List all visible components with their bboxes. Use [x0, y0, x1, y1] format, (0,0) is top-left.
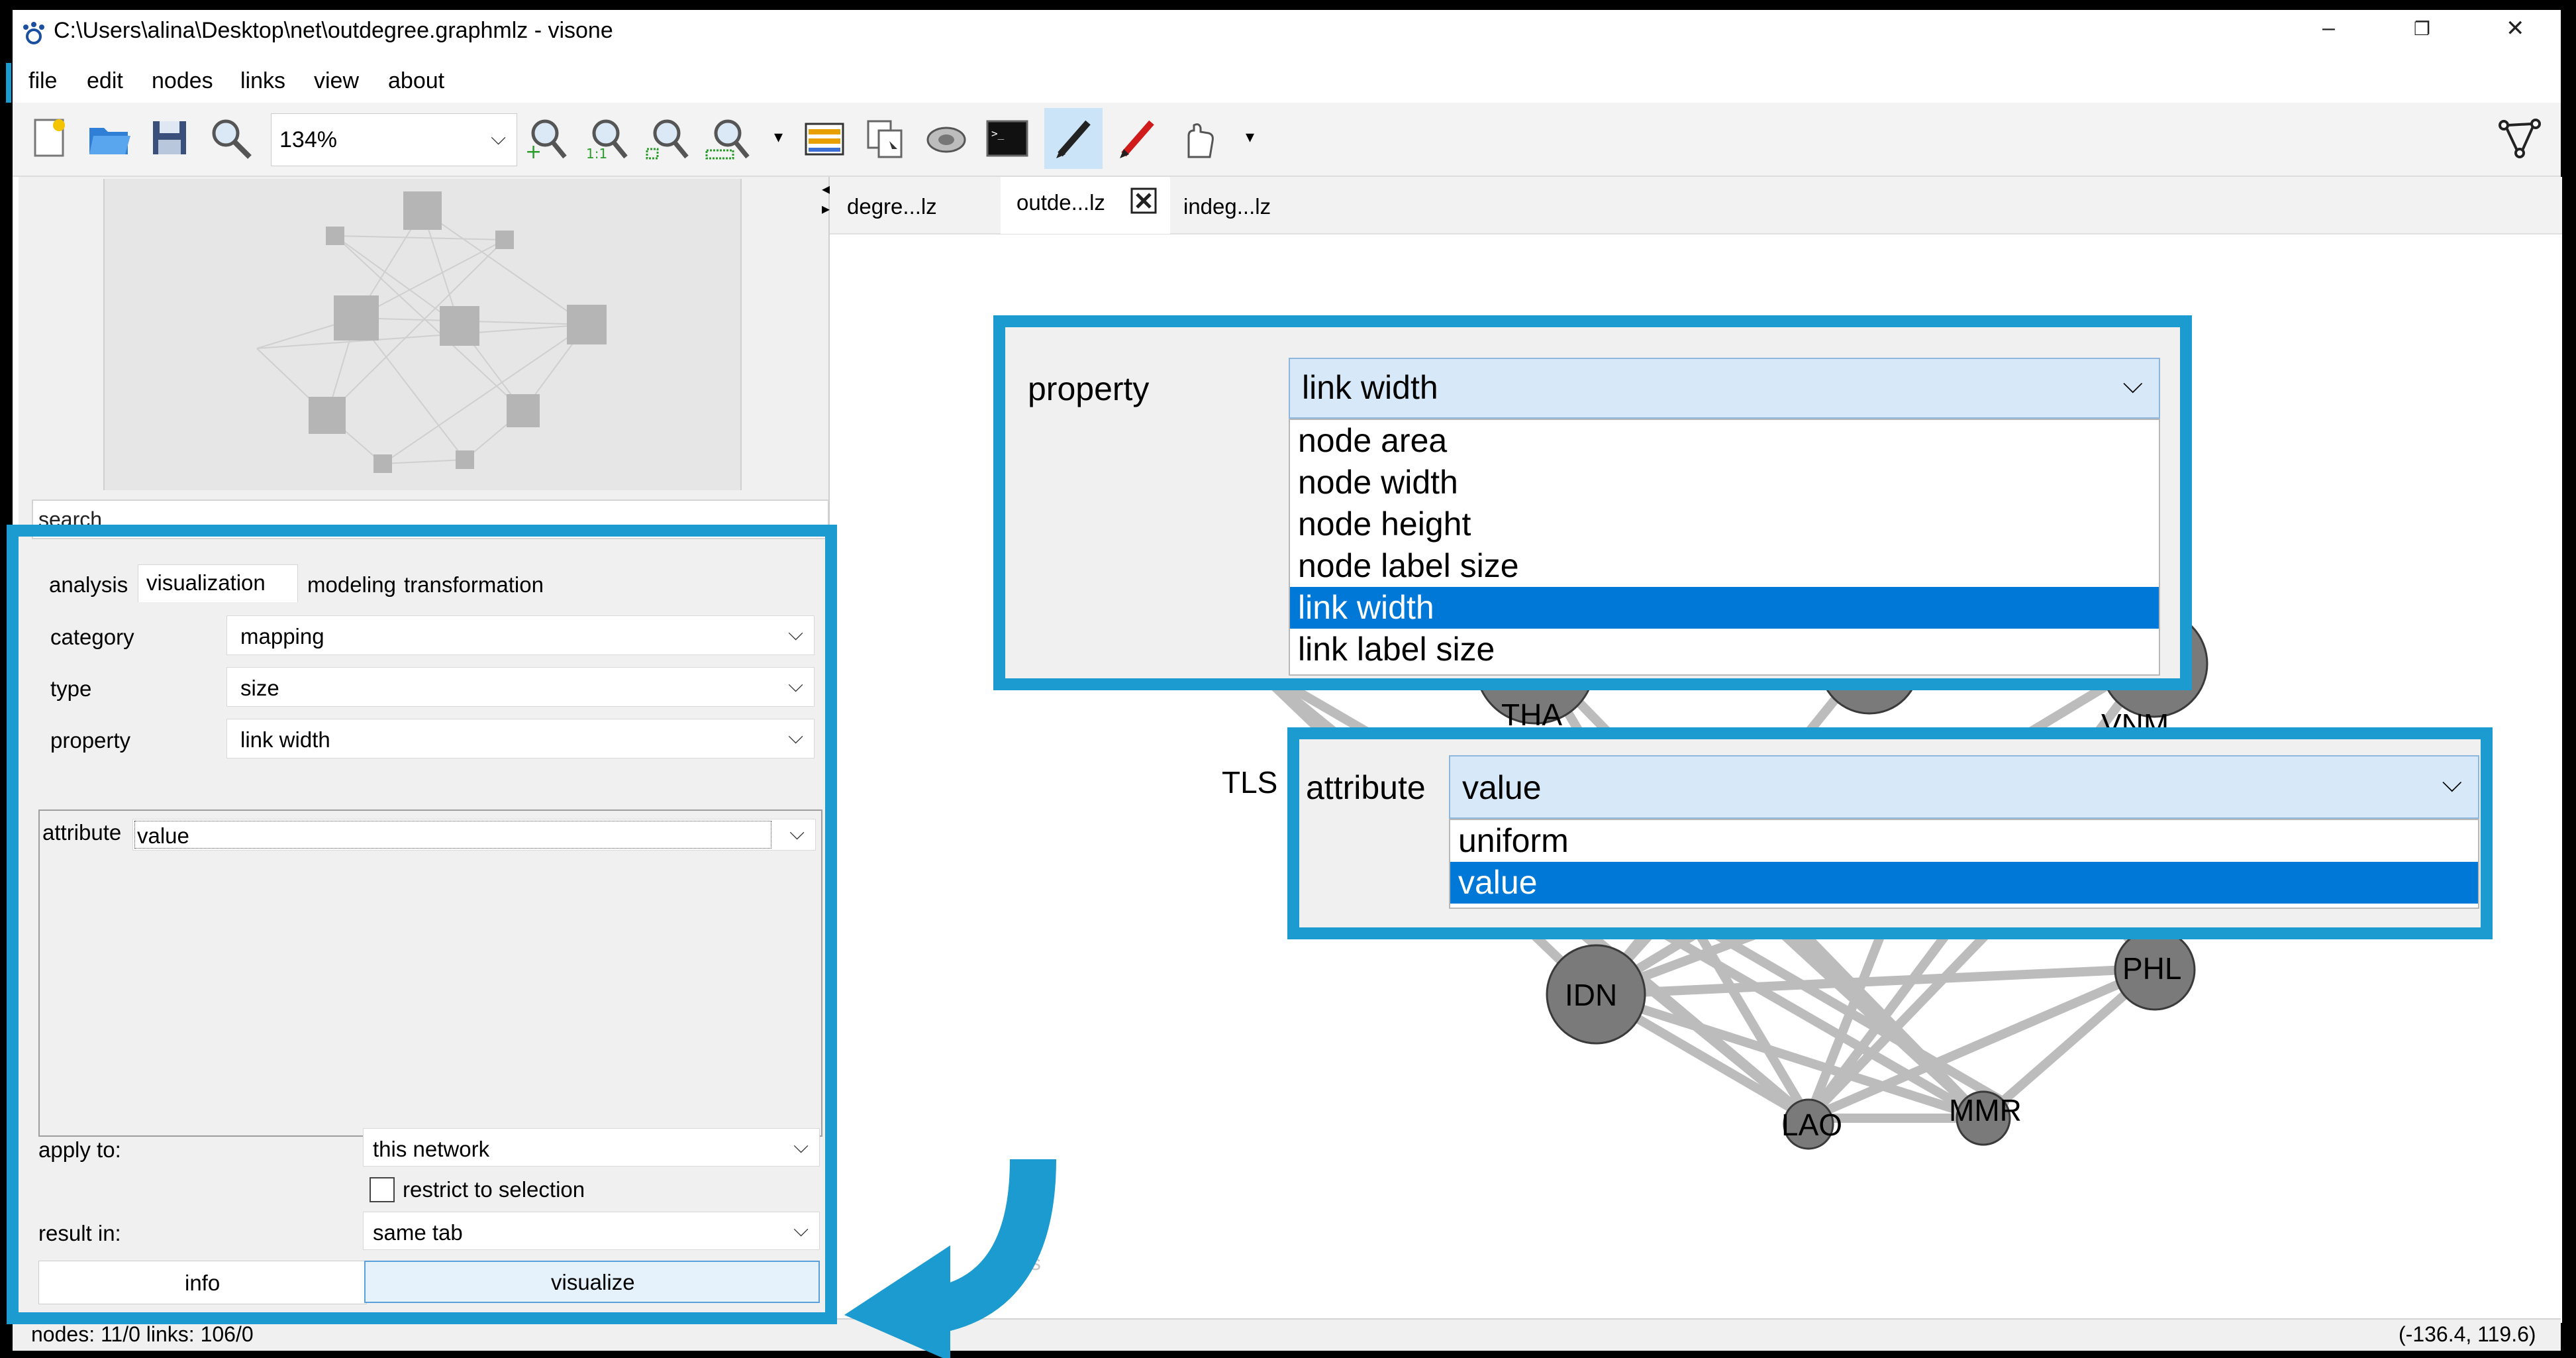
node-label-lao: LAO	[1781, 1108, 1842, 1142]
svg-text:1:1: 1:1	[586, 146, 607, 161]
callout-attribute-value: value	[1462, 769, 1542, 806]
red-pencil-icon[interactable]	[1115, 116, 1160, 161]
attribute-callout: attribute value ⌵ uniform value	[1287, 727, 2493, 939]
node-label-idn: IDN	[1565, 978, 1617, 1012]
zoom-all-icon[interactable]	[705, 116, 750, 161]
network-icon[interactable]	[2497, 116, 2542, 161]
chevron-down-icon: ⌵	[2122, 370, 2143, 399]
tab-outdegree-label: outde...lz	[1016, 190, 1105, 215]
chevron-down-icon: ⌵	[491, 127, 506, 149]
option-link-width[interactable]: link width	[1290, 587, 2159, 629]
network-overview[interactable]	[103, 179, 742, 490]
svg-text:>_: >_	[991, 127, 1005, 140]
callout-property-value: link width	[1302, 369, 1438, 406]
menu-nodes[interactable]: nodes	[152, 68, 213, 94]
option-node-width[interactable]: node width	[1290, 462, 2159, 503]
window-title: C:\Users\alina\Desktop\net\outdegree.gra…	[54, 18, 613, 43]
zoom-dropdown-arrow-icon[interactable]: ▾	[774, 127, 783, 147]
callout-attribute-select[interactable]: value ⌵	[1449, 755, 2479, 819]
node-label-phl: PHL	[2122, 951, 2181, 986]
callout-property-label: property	[1028, 370, 1150, 407]
document-tabs: ◂ ▸ degre...lz outde...lz indeg...lz	[822, 177, 2562, 235]
callout-property-list: node area node width node height node la…	[1289, 419, 2160, 676]
attribute-manager-icon[interactable]	[802, 116, 847, 161]
zoom-level-select[interactable]: 134% ⌵	[271, 113, 517, 166]
callout-attribute-label: attribute	[1306, 769, 1426, 806]
hand-select-icon[interactable]	[1175, 116, 1220, 161]
menu-edit[interactable]: edit	[87, 68, 123, 94]
tab-degree[interactable]: degre...lz	[847, 194, 937, 219]
title-bar: C:\Users\alina\Desktop\net\outdegree.gra…	[13, 10, 2561, 63]
focus-accent	[6, 63, 11, 103]
cursor-coordinates: (-136.4, 119.6)	[2399, 1322, 2536, 1346]
status-counts: nodes: 11/0 links: 106/0	[31, 1322, 254, 1346]
maximize-button[interactable]: ❐	[2414, 18, 2430, 40]
save-icon[interactable]	[148, 116, 193, 161]
menu-file[interactable]: file	[28, 68, 57, 94]
overview-graph	[256, 191, 607, 473]
highlight-frame-left	[7, 525, 837, 1324]
copy-layout-icon[interactable]	[863, 116, 908, 161]
menu-bar: file edit nodes links view about	[6, 63, 2561, 103]
node-label-mmr: MMR	[1949, 1093, 2022, 1127]
option-node-label-size[interactable]: node label size	[1290, 545, 2159, 587]
open-folder-icon[interactable]	[87, 116, 132, 161]
option-node-area[interactable]: node area	[1290, 420, 2159, 462]
zoom-actual-size-icon[interactable]: 1:1	[583, 116, 628, 161]
menu-view[interactable]: view	[314, 68, 359, 94]
menu-links[interactable]: links	[240, 68, 285, 94]
close-button[interactable]: ✕	[2506, 15, 2525, 42]
minimize-button[interactable]: –	[2322, 15, 2335, 41]
option-link-label-size[interactable]: link label size	[1290, 629, 2159, 670]
expand-right-icon[interactable]: ▸	[822, 199, 830, 219]
svg-text:+: +	[525, 140, 542, 161]
callout-property-select[interactable]: link width ⌵	[1289, 358, 2160, 419]
visone-logo-icon	[23, 22, 44, 44]
zoom-fit-icon[interactable]	[209, 116, 254, 161]
pencil-icon[interactable]	[1051, 116, 1096, 161]
chevron-down-icon: ⌵	[2442, 768, 2462, 798]
new-file-icon[interactable]	[28, 116, 74, 161]
curved-arrow-icon	[844, 1159, 1056, 1358]
property-callout: property link width ⌵ node area node wid…	[993, 315, 2192, 690]
option-uniform[interactable]: uniform	[1450, 820, 2478, 862]
toolbar: 134% ⌵ + 1:1 ▾ >_ ▾	[13, 103, 2561, 177]
tab-outdegree[interactable]: outde...lz	[1001, 177, 1170, 234]
hand-dropdown-arrow-icon[interactable]: ▾	[1246, 127, 1254, 147]
collapse-left-icon[interactable]: ◂	[822, 180, 830, 199]
zoom-in-icon[interactable]: +	[522, 116, 568, 161]
menu-about[interactable]: about	[388, 68, 444, 94]
option-node-height[interactable]: node height	[1290, 503, 2159, 545]
callout-attribute-list: uniform value	[1449, 819, 2479, 909]
zoom-level-value: 134%	[279, 127, 337, 152]
zoom-selection-icon[interactable]	[644, 116, 689, 161]
terminal-icon[interactable]: >_	[985, 116, 1030, 161]
node-label-tls: TLS	[1222, 765, 1277, 800]
r-console-icon[interactable]	[924, 116, 969, 161]
tab-indegree[interactable]: indeg...lz	[1183, 194, 1271, 219]
option-value[interactable]: value	[1450, 862, 2478, 904]
close-tab-icon[interactable]	[1130, 187, 1157, 214]
